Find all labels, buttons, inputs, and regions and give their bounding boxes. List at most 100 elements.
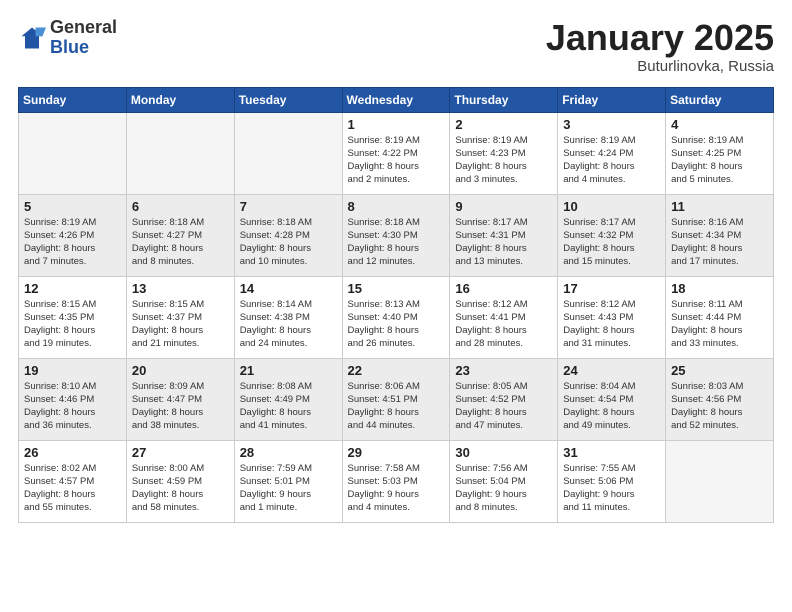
day-number: 28 xyxy=(240,445,337,460)
day-number: 2 xyxy=(455,117,552,132)
calendar-week-row: 1 Sunrise: 8:19 AM Sunset: 4:22 PM Daylig… xyxy=(19,112,774,194)
calendar-week-row: 19 Sunrise: 8:10 AM Sunset: 4:46 PM Dayli… xyxy=(19,358,774,440)
table-row: 15 Sunrise: 8:13 AM Sunset: 4:40 PM Dayli… xyxy=(342,276,450,358)
table-row xyxy=(126,112,234,194)
day-number: 19 xyxy=(24,363,121,378)
day-info: Sunrise: 8:08 AM Sunset: 4:49 PM Dayligh… xyxy=(240,380,337,433)
day-info: Sunrise: 8:12 AM Sunset: 4:43 PM Dayligh… xyxy=(563,298,660,351)
page: General Blue January 2025 Buturlinovka, … xyxy=(0,0,792,533)
day-info: Sunrise: 8:19 AM Sunset: 4:23 PM Dayligh… xyxy=(455,134,552,187)
table-row: 5 Sunrise: 8:19 AM Sunset: 4:26 PM Daylig… xyxy=(19,194,127,276)
day-info: Sunrise: 8:16 AM Sunset: 4:34 PM Dayligh… xyxy=(671,216,768,269)
table-row: 12 Sunrise: 8:15 AM Sunset: 4:35 PM Dayli… xyxy=(19,276,127,358)
day-number: 23 xyxy=(455,363,552,378)
day-info: Sunrise: 8:19 AM Sunset: 4:22 PM Dayligh… xyxy=(348,134,445,187)
day-info: Sunrise: 8:02 AM Sunset: 4:57 PM Dayligh… xyxy=(24,462,121,515)
table-row: 8Sunrise: 8:18 AM Sunset: 4:30 PM Daylig… xyxy=(342,194,450,276)
day-info: Sunrise: 8:12 AM Sunset: 4:41 PM Dayligh… xyxy=(455,298,552,351)
day-info: Sunrise: 8:03 AM Sunset: 4:56 PM Dayligh… xyxy=(671,380,768,433)
day-number: 16 xyxy=(455,281,552,296)
table-row: 3Sunrise: 8:19 AM Sunset: 4:24 PM Daylig… xyxy=(558,112,666,194)
day-info: Sunrise: 8:18 AM Sunset: 4:28 PM Dayligh… xyxy=(240,216,337,269)
day-info: Sunrise: 8:15 AM Sunset: 4:37 PM Dayligh… xyxy=(132,298,229,351)
day-info: Sunrise: 8:13 AM Sunset: 4:40 PM Dayligh… xyxy=(348,298,445,351)
day-number: 24 xyxy=(563,363,660,378)
calendar-week-row: 12 Sunrise: 8:15 AM Sunset: 4:35 PM Dayli… xyxy=(19,276,774,358)
table-row: 7 Sunrise: 8:18 AM Sunset: 4:28 PM Daylig… xyxy=(234,194,342,276)
day-number: 12 xyxy=(24,281,121,296)
table-row: 1 Sunrise: 8:19 AM Sunset: 4:22 PM Daylig… xyxy=(342,112,450,194)
day-info: Sunrise: 8:19 AM Sunset: 4:25 PM Dayligh… xyxy=(671,134,768,187)
day-number: 6 xyxy=(132,199,229,214)
day-info: Sunrise: 7:55 AM Sunset: 5:06 PM Dayligh… xyxy=(563,462,660,515)
col-saturday: Saturday xyxy=(666,87,774,112)
location: Buturlinovka, Russia xyxy=(546,58,774,75)
table-row: 18Sunrise: 8:11 AM Sunset: 4:44 PM Dayli… xyxy=(666,276,774,358)
calendar-week-row: 26 Sunrise: 8:02 AM Sunset: 4:57 PM Dayli… xyxy=(19,440,774,522)
logo-blue-label: Blue xyxy=(50,38,117,58)
day-number: 7 xyxy=(240,199,337,214)
table-row xyxy=(234,112,342,194)
col-monday: Monday xyxy=(126,87,234,112)
day-number: 10 xyxy=(563,199,660,214)
day-number: 22 xyxy=(348,363,445,378)
day-number: 3 xyxy=(563,117,660,132)
table-row: 2 Sunrise: 8:19 AM Sunset: 4:23 PM Daylig… xyxy=(450,112,558,194)
header: General Blue January 2025 Buturlinovka, … xyxy=(18,18,774,75)
month-title: January 2025 xyxy=(546,18,774,58)
day-info: Sunrise: 7:59 AM Sunset: 5:01 PM Dayligh… xyxy=(240,462,337,515)
logo-icon xyxy=(18,24,46,52)
day-number: 13 xyxy=(132,281,229,296)
logo: General Blue xyxy=(18,18,117,58)
day-info: Sunrise: 8:06 AM Sunset: 4:51 PM Dayligh… xyxy=(348,380,445,433)
day-number: 30 xyxy=(455,445,552,460)
day-number: 20 xyxy=(132,363,229,378)
col-wednesday: Wednesday xyxy=(342,87,450,112)
table-row: 24 Sunrise: 8:04 AM Sunset: 4:54 PM Dayli… xyxy=(558,358,666,440)
day-number: 1 xyxy=(348,117,445,132)
table-row: 21 Sunrise: 8:08 AM Sunset: 4:49 PM Dayli… xyxy=(234,358,342,440)
day-info: Sunrise: 8:09 AM Sunset: 4:47 PM Dayligh… xyxy=(132,380,229,433)
table-row: 20 Sunrise: 8:09 AM Sunset: 4:47 PM Dayli… xyxy=(126,358,234,440)
day-number: 11 xyxy=(671,199,768,214)
table-row: 13 Sunrise: 8:15 AM Sunset: 4:37 PM Dayli… xyxy=(126,276,234,358)
table-row: 22 Sunrise: 8:06 AM Sunset: 4:51 PM Dayli… xyxy=(342,358,450,440)
day-info: Sunrise: 8:11 AM Sunset: 4:44 PM Dayligh… xyxy=(671,298,768,351)
day-number: 5 xyxy=(24,199,121,214)
table-row xyxy=(666,440,774,522)
day-number: 26 xyxy=(24,445,121,460)
day-number: 21 xyxy=(240,363,337,378)
col-sunday: Sunday xyxy=(19,87,127,112)
col-thursday: Thursday xyxy=(450,87,558,112)
day-info: Sunrise: 8:10 AM Sunset: 4:46 PM Dayligh… xyxy=(24,380,121,433)
day-number: 31 xyxy=(563,445,660,460)
day-number: 15 xyxy=(348,281,445,296)
table-row: 17 Sunrise: 8:12 AM Sunset: 4:43 PM Dayli… xyxy=(558,276,666,358)
day-info: Sunrise: 8:17 AM Sunset: 4:32 PM Dayligh… xyxy=(563,216,660,269)
day-number: 17 xyxy=(563,281,660,296)
day-info: Sunrise: 8:19 AM Sunset: 4:26 PM Dayligh… xyxy=(24,216,121,269)
table-row: 25Sunrise: 8:03 AM Sunset: 4:56 PM Dayli… xyxy=(666,358,774,440)
col-tuesday: Tuesday xyxy=(234,87,342,112)
calendar-week-row: 5 Sunrise: 8:19 AM Sunset: 4:26 PM Daylig… xyxy=(19,194,774,276)
table-row xyxy=(19,112,127,194)
calendar-table: Sunday Monday Tuesday Wednesday Thursday… xyxy=(18,87,774,523)
day-number: 29 xyxy=(348,445,445,460)
logo-general-label: General xyxy=(50,18,117,38)
table-row: 16 Sunrise: 8:12 AM Sunset: 4:41 PM Dayli… xyxy=(450,276,558,358)
day-info: Sunrise: 8:04 AM Sunset: 4:54 PM Dayligh… xyxy=(563,380,660,433)
table-row: 4Sunrise: 8:19 AM Sunset: 4:25 PM Daylig… xyxy=(666,112,774,194)
day-info: Sunrise: 8:14 AM Sunset: 4:38 PM Dayligh… xyxy=(240,298,337,351)
table-row: 26 Sunrise: 8:02 AM Sunset: 4:57 PM Dayli… xyxy=(19,440,127,522)
day-number: 27 xyxy=(132,445,229,460)
table-row: 11 Sunrise: 8:16 AM Sunset: 4:34 PM Dayli… xyxy=(666,194,774,276)
day-info: Sunrise: 7:58 AM Sunset: 5:03 PM Dayligh… xyxy=(348,462,445,515)
table-row: 30Sunrise: 7:56 AM Sunset: 5:04 PM Dayli… xyxy=(450,440,558,522)
table-row: 6Sunrise: 8:18 AM Sunset: 4:27 PM Daylig… xyxy=(126,194,234,276)
table-row: 28 Sunrise: 7:59 AM Sunset: 5:01 PM Dayli… xyxy=(234,440,342,522)
table-row: 23Sunrise: 8:05 AM Sunset: 4:52 PM Dayli… xyxy=(450,358,558,440)
day-info: Sunrise: 8:15 AM Sunset: 4:35 PM Dayligh… xyxy=(24,298,121,351)
day-number: 14 xyxy=(240,281,337,296)
calendar-header-row: Sunday Monday Tuesday Wednesday Thursday… xyxy=(19,87,774,112)
col-friday: Friday xyxy=(558,87,666,112)
